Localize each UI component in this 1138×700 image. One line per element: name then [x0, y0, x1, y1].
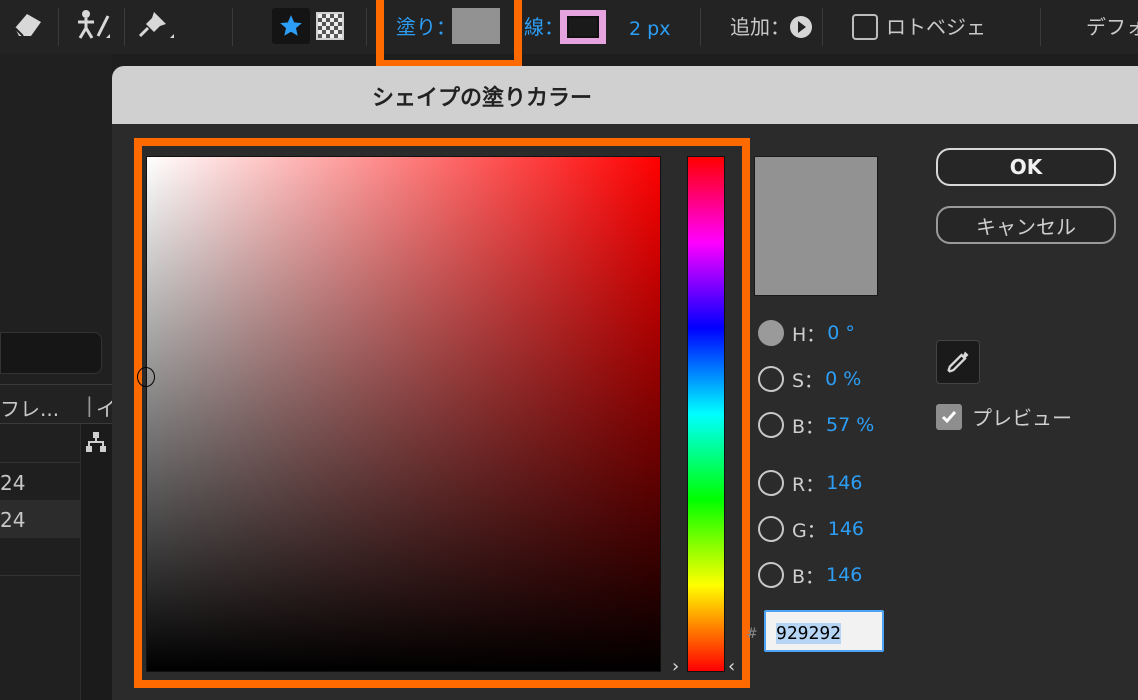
row-value: 24: [0, 508, 26, 532]
background-column-header: フレ... | イ: [0, 384, 116, 424]
star-shape-button[interactable]: [272, 8, 310, 44]
preview-label: プレビュー: [972, 406, 1072, 430]
default-workspace-label[interactable]: デフォ: [1086, 15, 1138, 39]
hue-radio[interactable]: [758, 320, 784, 346]
eraser-tool-icon[interactable]: [8, 8, 48, 42]
toolbar: 塗り： 線： 2 px 追加： ロトベジェ デフォ: [0, 0, 1138, 68]
brightness-label: B：: [792, 415, 825, 438]
roto-bezier-checkbox[interactable]: [852, 14, 878, 40]
preview-checkbox[interactable]: [936, 403, 962, 430]
cancel-button[interactable]: キャンセル: [936, 206, 1116, 244]
red-radio[interactable]: [758, 470, 784, 496]
roto-bezier-label: ロトベジェ: [886, 15, 986, 39]
hex-hash-label: #: [746, 626, 758, 642]
puppet-tool-icon[interactable]: [70, 8, 114, 42]
brightness-value[interactable]: 57 %: [826, 414, 874, 436]
eyedropper-button[interactable]: [936, 340, 980, 384]
hue-value[interactable]: 0 °: [827, 322, 855, 344]
row-value: 24: [0, 471, 26, 495]
green-radio[interactable]: [758, 516, 784, 542]
blue-value[interactable]: 146: [826, 564, 862, 586]
red-field[interactable]: R： 146: [758, 468, 862, 498]
fill-color-swatch[interactable]: [452, 8, 500, 44]
ok-button[interactable]: OK: [936, 148, 1116, 186]
preview-toggle[interactable]: プレビュー: [936, 402, 1072, 431]
hue-slider[interactable]: [687, 156, 725, 672]
column-header-frame[interactable]: フレ...: [0, 393, 59, 422]
add-label[interactable]: 追加：: [730, 15, 790, 39]
brightness-field[interactable]: B： 57 %: [758, 410, 874, 440]
color-cursor[interactable]: [137, 367, 155, 387]
saturation-value[interactable]: 0 %: [825, 368, 861, 390]
column-header-divider: |: [86, 393, 93, 417]
saturation-brightness-field[interactable]: [137, 156, 661, 672]
star-icon: [280, 15, 302, 36]
brightness-radio[interactable]: [758, 412, 784, 438]
blue-label: B：: [792, 565, 825, 588]
hue-arrow-right-icon[interactable]: ‹: [728, 656, 735, 677]
saturation-radio[interactable]: [758, 366, 784, 392]
blue-radio[interactable]: [758, 562, 784, 588]
red-label: R：: [792, 473, 825, 496]
hex-value[interactable]: 929292: [776, 623, 842, 644]
fill-label[interactable]: 塗り：: [396, 15, 456, 39]
stroke-label[interactable]: 線：: [524, 15, 564, 39]
eyedropper-icon: [947, 351, 969, 373]
hue-arrow-left-icon[interactable]: ›: [672, 656, 679, 677]
background-side-column: [80, 424, 112, 700]
hue-label: H：: [792, 323, 826, 346]
table-row[interactable]: 24: [0, 462, 80, 500]
dialog-title: シェイプの塗りカラー: [371, 86, 592, 111]
color-picker-dialog: シェイプの塗りカラー › ‹ OK キャンセル H： 0 ° S： 0 % B：…: [112, 66, 1138, 700]
green-value[interactable]: 146: [828, 518, 864, 540]
hierarchy-icon[interactable]: [82, 428, 110, 456]
hue-field[interactable]: H： 0 °: [758, 318, 855, 348]
blue-field[interactable]: B： 146: [758, 560, 862, 590]
red-value[interactable]: 146: [826, 472, 862, 494]
add-menu-play-icon[interactable]: [790, 16, 812, 38]
table-row[interactable]: 24: [0, 500, 80, 538]
hex-color-input[interactable]: 929292: [764, 610, 884, 652]
stroke-color-swatch[interactable]: [560, 10, 606, 44]
green-label: G：: [792, 519, 826, 542]
saturation-label: S：: [792, 369, 824, 392]
color-preview-swatch: [754, 156, 878, 296]
transparency-grid-icon[interactable]: [316, 12, 344, 40]
table-row[interactable]: [0, 538, 80, 576]
background-search-input[interactable]: [0, 332, 102, 374]
stroke-width-value[interactable]: 2 px: [629, 17, 670, 41]
saturation-field[interactable]: S： 0 %: [758, 364, 861, 394]
dialog-titlebar[interactable]: シェイプの塗りカラー: [112, 66, 1138, 124]
checkmark-icon: [941, 410, 957, 423]
pin-tool-icon[interactable]: [134, 8, 178, 42]
green-field[interactable]: G： 146: [758, 514, 864, 544]
